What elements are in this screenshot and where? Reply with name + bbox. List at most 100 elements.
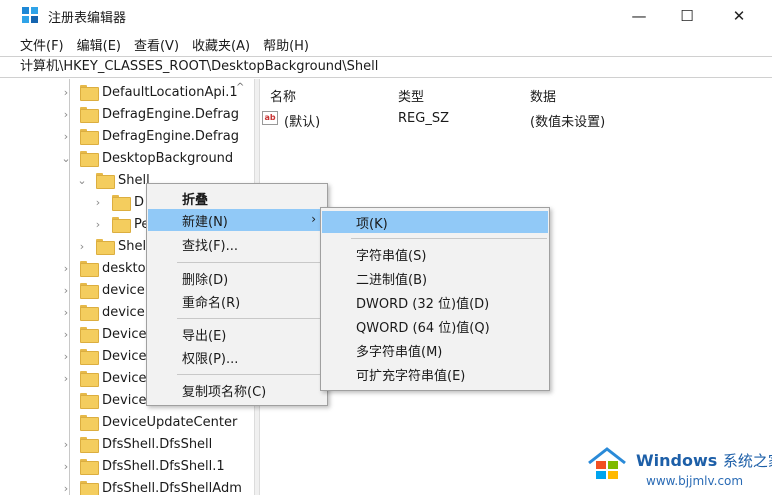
tree-item[interactable]: › DefragEngine.Defrag [60, 125, 239, 147]
tree-item[interactable]: › desktop [60, 257, 154, 279]
scroll-up-icon[interactable]: ^ [236, 82, 244, 93]
menu-bar: 文件(F) 编辑(E) 查看(V) 收藏夹(A) 帮助(H) [0, 32, 772, 56]
menu-separator [177, 318, 325, 319]
column-header-name[interactable]: 名称 [270, 86, 296, 105]
expand-caret-icon[interactable]: › [60, 262, 72, 275]
maximize-button[interactable]: ☐ [664, 0, 710, 32]
collapse-caret-icon[interactable]: ⌄ [76, 174, 88, 187]
folder-icon [80, 437, 99, 453]
menu-item-rename[interactable]: 重命名(R) [148, 290, 326, 312]
menu-item-copy-key-name[interactable]: 复制项名称(C) [148, 379, 326, 401]
expand-caret-icon[interactable]: › [60, 284, 72, 297]
string-value-icon: ab [262, 111, 278, 125]
folder-icon [96, 239, 115, 255]
close-button[interactable]: ✕ [716, 0, 762, 32]
menu-edit[interactable]: 编辑(E) [77, 35, 121, 54]
tree-item-label: device [102, 282, 145, 298]
menu-item-delete[interactable]: 删除(D) [148, 267, 326, 289]
watermark: Windows 系统之家 www.bjjmlv.com [580, 442, 772, 495]
tree-item[interactable]: › DefaultLocationApi.1 [60, 81, 238, 103]
column-header-data[interactable]: 数据 [530, 86, 556, 105]
tree-item[interactable]: › DfsShell.DfsShell [60, 433, 212, 455]
folder-icon [80, 415, 99, 431]
tree-item[interactable]: DeviceU [60, 389, 156, 411]
tree-item-label: DfsShell.DfsShellAdm [102, 480, 242, 495]
menu-item-export[interactable]: 导出(E) [148, 323, 326, 345]
menu-item-binary-value[interactable]: 二进制值(B) [322, 267, 548, 289]
expand-caret-icon[interactable]: › [60, 306, 72, 319]
tree-item-label: Shell [118, 172, 150, 188]
expand-caret-icon[interactable]: › [60, 438, 72, 451]
menu-separator [351, 238, 547, 239]
tree-item[interactable]: › device [60, 279, 145, 301]
collapse-caret-icon[interactable]: ⌄ [60, 152, 72, 165]
watermark-title: Windows 系统之家 [636, 450, 772, 471]
folder-icon [80, 349, 99, 365]
folder-icon [80, 305, 99, 321]
tree-item[interactable]: › DfsShell.DfsShell.1 [60, 455, 225, 477]
expand-caret-icon[interactable]: › [60, 460, 72, 473]
menu-help[interactable]: 帮助(H) [263, 35, 309, 54]
tree-item[interactable]: › DfsShell.DfsShellAdm [60, 477, 242, 495]
folder-icon [112, 217, 131, 233]
tree-item[interactable]: › D [92, 191, 144, 213]
menu-item-multi-string-value[interactable]: 多字符串值(M) [322, 339, 548, 361]
folder-icon [80, 129, 99, 145]
menu-item-string-value[interactable]: 字符串值(S) [322, 243, 548, 265]
folder-icon [80, 459, 99, 475]
menu-item-qword-value[interactable]: QWORD (64 位)值(Q) [322, 315, 548, 337]
expand-caret-icon[interactable]: › [60, 108, 72, 121]
folder-icon [80, 107, 99, 123]
tree-item[interactable]: ⌄ DesktopBackground [60, 147, 233, 169]
menu-item-expandable-string-value[interactable]: 可扩充字符串值(E) [322, 363, 548, 385]
expand-caret-icon[interactable]: › [60, 372, 72, 385]
context-menu: 折叠 新建(N) › 查找(F)... 删除(D) 重命名(R) 导出(E) 权… [146, 183, 328, 406]
value-name[interactable]: (默认) [284, 111, 320, 130]
menu-item-new[interactable]: 新建(N) › [148, 209, 326, 231]
expand-caret-icon[interactable]: › [60, 328, 72, 341]
expand-caret-icon[interactable]: › [76, 240, 88, 253]
watermark-title-en: Windows [636, 451, 718, 470]
tree-item-label: DeviceUpdateCenter [102, 414, 238, 430]
tree-item[interactable]: › DeviceF [60, 345, 154, 367]
submenu-arrow-icon: › [311, 212, 316, 226]
tree-item[interactable]: › device. [60, 301, 149, 323]
tree-item[interactable]: › DefragEngine.Defrag [60, 103, 239, 125]
folder-icon [80, 393, 99, 409]
expand-caret-icon[interactable]: › [92, 196, 104, 209]
address-bar[interactable]: 计算机\HKEY_CLASSES_ROOT\DesktopBackground\… [0, 56, 772, 78]
folder-icon [80, 283, 99, 299]
tree-item[interactable]: › DeviceD [60, 323, 156, 345]
watermark-url: www.bjjmlv.com [646, 474, 744, 488]
tree-item[interactable]: DeviceUpdateCenter [60, 411, 237, 433]
tree-item-label: DefaultLocationApi.1 [102, 84, 238, 100]
expand-caret-icon[interactable]: › [60, 130, 72, 143]
tree-item-label: device. [102, 304, 149, 320]
value-data: (数值未设置) [530, 115, 606, 130]
tree-item[interactable]: › DeviceF [60, 367, 154, 389]
expand-caret-icon[interactable]: › [60, 482, 72, 495]
menu-favorites[interactable]: 收藏夹(A) [192, 35, 250, 54]
expand-caret-icon[interactable]: › [92, 218, 104, 231]
menu-item-permissions[interactable]: 权限(P)... [148, 346, 326, 368]
tree-item[interactable]: › Pe [92, 213, 149, 235]
minimize-button[interactable]: — [616, 0, 662, 32]
menu-item-collapse[interactable]: 折叠 [148, 187, 326, 209]
menu-item-new-key[interactable]: 项(K) [322, 211, 548, 233]
registry-editor-icon [22, 7, 38, 23]
tree-item[interactable]: › Shell [76, 235, 150, 257]
expand-caret-icon[interactable]: › [60, 350, 72, 363]
menu-item-new-label: 新建(N) [182, 214, 228, 230]
menu-separator [177, 262, 325, 263]
folder-icon [80, 481, 99, 495]
menu-view[interactable]: 查看(V) [134, 35, 179, 54]
tree-item-label: DfsShell.DfsShell.1 [102, 458, 225, 474]
column-header-type[interactable]: 类型 [398, 86, 424, 105]
folder-icon [80, 85, 99, 101]
folder-icon [80, 327, 99, 343]
menu-item-find[interactable]: 查找(F)... [148, 233, 326, 255]
menu-file[interactable]: 文件(F) [20, 35, 64, 54]
tree-item-selected[interactable]: ⌄ Shell [76, 169, 150, 191]
menu-item-dword-value[interactable]: DWORD (32 位)值(D) [322, 291, 548, 313]
expand-caret-icon[interactable]: › [60, 86, 72, 99]
